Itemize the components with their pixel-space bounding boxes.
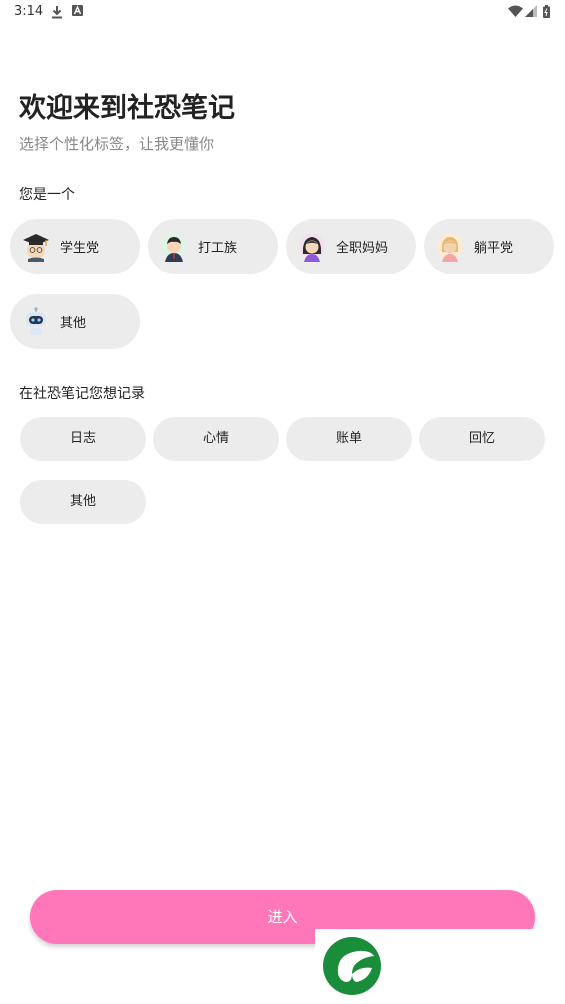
page-title: 欢迎来到社恐笔记 — [19, 93, 235, 124]
student-avatar-icon — [23, 234, 49, 262]
record-option-label: 其他 — [69, 494, 96, 509]
record-option-journal[interactable]: 日志 — [20, 417, 146, 461]
lying-flat-avatar-icon — [437, 233, 463, 262]
status-time: 3:14 — [14, 4, 44, 19]
signal-icon — [525, 5, 537, 17]
watermark — [315, 929, 565, 1004]
identity-option-label: 全职妈妈 — [336, 241, 389, 256]
record-option-label: 心情 — [202, 431, 229, 446]
identity-option-student[interactable]: 学生党 — [10, 219, 140, 274]
mom-avatar-icon — [299, 233, 325, 262]
download-icon — [52, 6, 62, 19]
record-option-mood[interactable]: 心情 — [153, 417, 279, 461]
identity-option-label: 打工族 — [198, 241, 238, 256]
wifi-icon — [508, 5, 523, 17]
identity-option-lying-flat[interactable]: 躺平党 — [424, 219, 554, 274]
identity-option-label: 躺平党 — [474, 241, 514, 256]
leaf-logo-icon — [323, 937, 381, 995]
robot-avatar-icon — [26, 307, 46, 335]
status-bar: 3:14 — [0, 0, 565, 24]
identity-option-worker[interactable]: 打工族 — [148, 219, 278, 274]
identity-option-other[interactable]: 其他 — [10, 294, 140, 349]
record-option-other[interactable]: 其他 — [20, 480, 146, 524]
record-option-bills[interactable]: 账单 — [286, 417, 412, 461]
identity-option-label: 其他 — [60, 316, 87, 331]
record-option-label: 日志 — [69, 431, 96, 446]
identity-section-label: 您是一个 — [19, 187, 75, 203]
record-option-label: 账单 — [335, 431, 362, 446]
record-option-label: 回忆 — [468, 431, 495, 446]
page-subtitle: 选择个性化标签，让我更懂你 — [19, 135, 215, 153]
identity-option-label: 学生党 — [60, 241, 100, 256]
identity-option-mom[interactable]: 全职妈妈 — [286, 219, 416, 274]
a-badge-icon — [72, 5, 83, 16]
worker-avatar-icon — [161, 233, 187, 262]
records-section-label: 在社恐笔记您想记录 — [19, 386, 145, 402]
battery-icon — [543, 5, 550, 18]
record-option-memories[interactable]: 回忆 — [419, 417, 545, 461]
